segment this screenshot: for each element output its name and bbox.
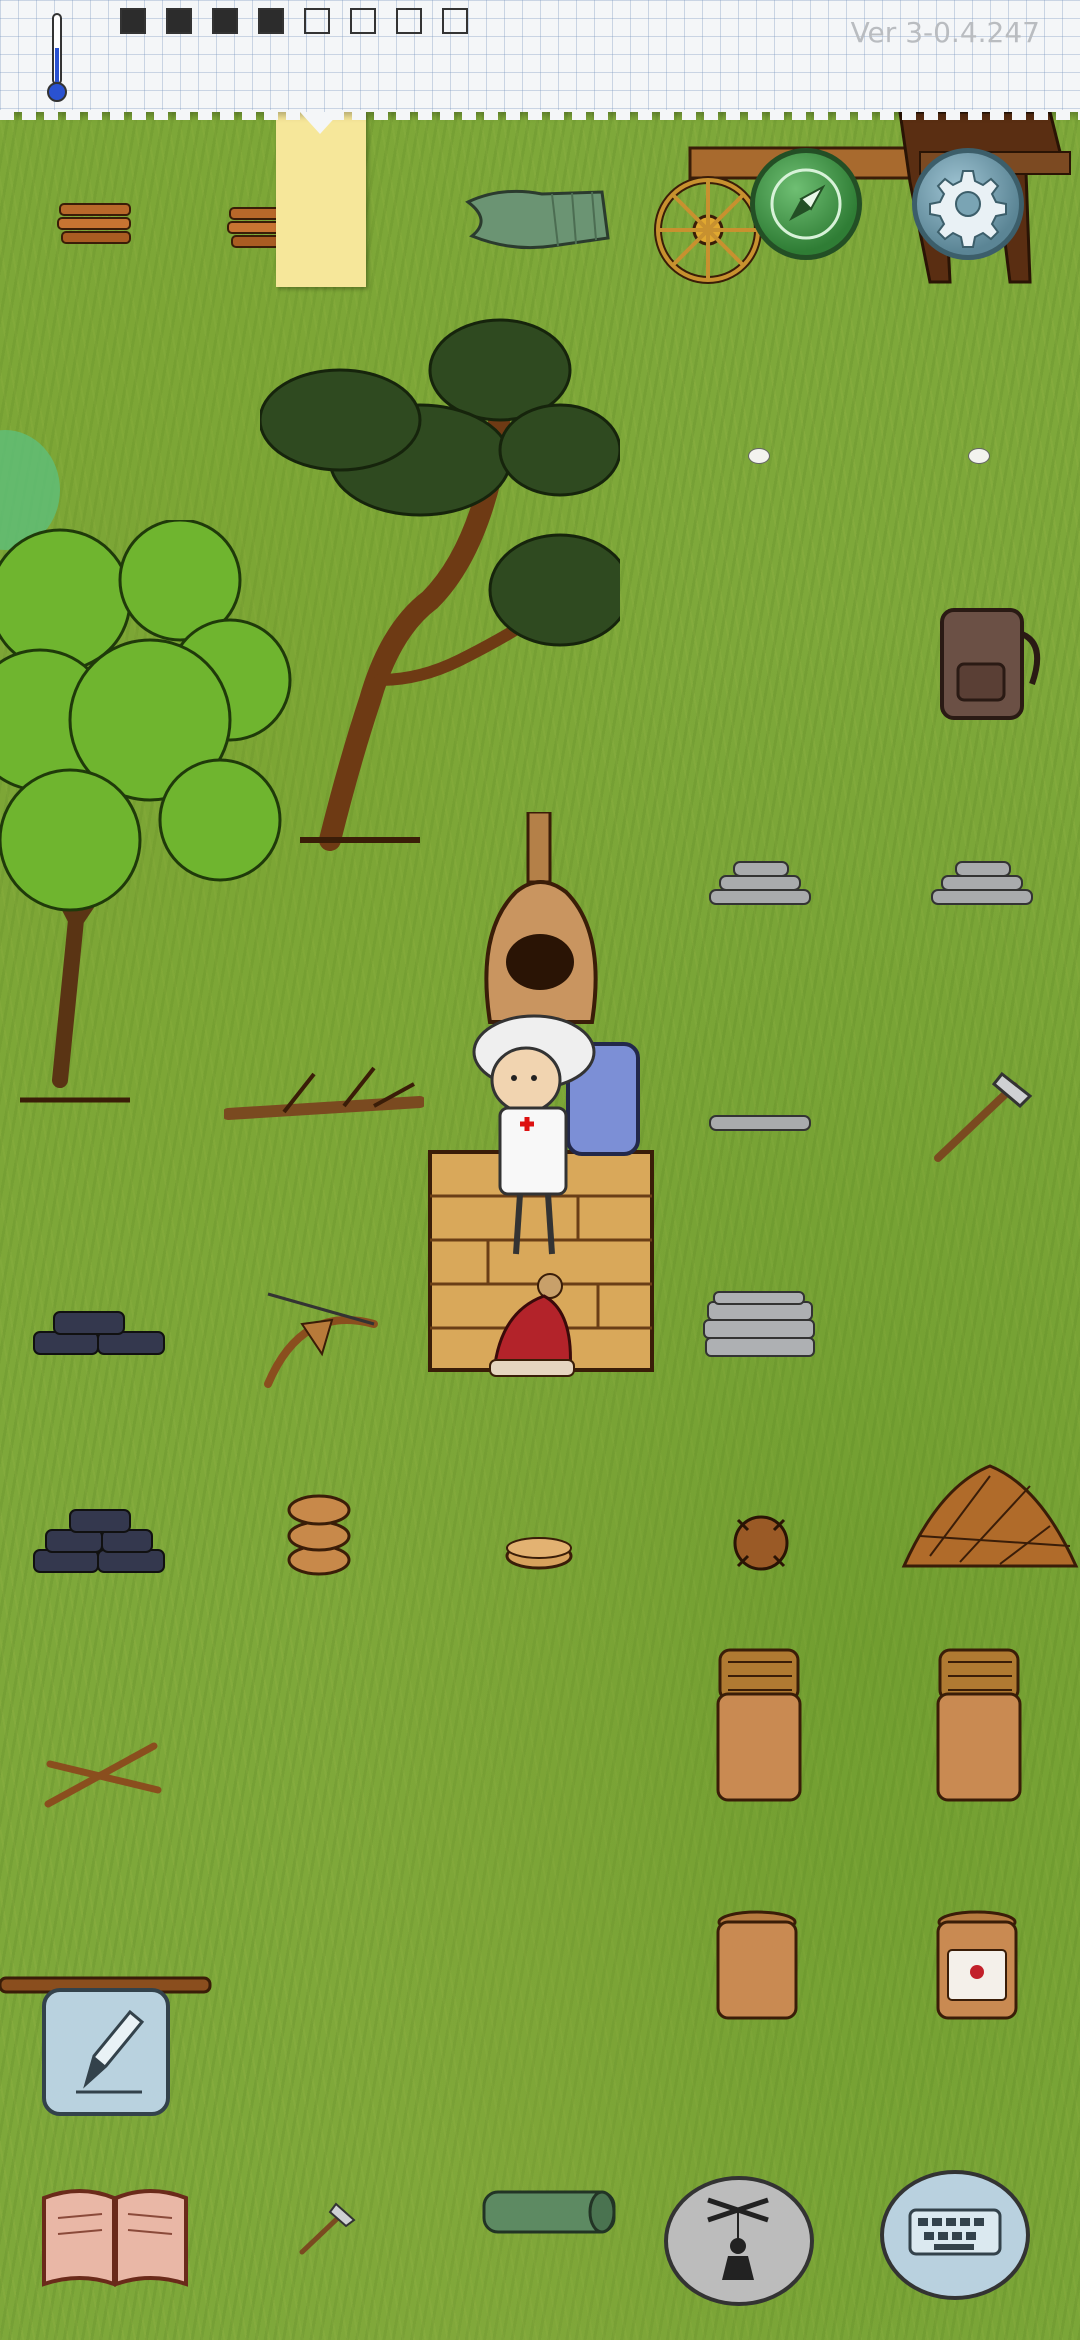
charcoal-pile[interactable] [32,1308,168,1358]
food-box [442,8,468,34]
compass-button[interactable] [750,148,862,260]
basket-crock[interactable] [934,1648,1024,1804]
food-box [166,8,192,34]
puppet-button[interactable] [664,2176,814,2306]
puppet-icon [707,2197,769,2280]
food-box [396,8,422,34]
book-button[interactable] [40,2184,190,2290]
small-pebble[interactable] [968,448,990,464]
clay-crock-labeled[interactable] [934,1910,1020,2022]
food-box [258,8,284,34]
status-bar: Ver 3-0.4.247 [0,0,1080,120]
pencil-button[interactable] [42,1988,170,2116]
charcoal-pile[interactable] [32,1508,168,1576]
burr-knot[interactable] [726,1508,796,1578]
slate-stack[interactable] [700,1290,820,1362]
fallen-branch[interactable] [224,1054,424,1134]
stone-axe[interactable] [930,1066,1040,1166]
clay-bowls[interactable] [284,1486,354,1576]
crossed-sticks[interactable] [44,1740,164,1810]
red-hat[interactable] [484,1272,584,1382]
clay-plate[interactable] [504,1532,574,1572]
compass-icon [770,168,842,240]
backpack[interactable] [928,604,1048,724]
flat-stones[interactable] [706,860,816,910]
flat-stones[interactable] [928,860,1038,910]
kindling-pile[interactable] [56,196,136,260]
small-pebble[interactable] [748,448,770,464]
pencil-icon [76,2009,145,2094]
version-label: Ver 3-0.4.247 [850,16,1040,49]
food-box [120,8,146,34]
flat-stone[interactable] [706,1112,816,1136]
keyboard-button[interactable] [880,2170,1030,2300]
keyboard-icon [908,2208,1002,2256]
food-box [212,8,238,34]
book-icon [42,2189,188,2287]
clay-crock[interactable] [714,1910,800,2022]
stone-hoe-blade[interactable] [462,180,612,260]
game-world[interactable] [0,0,1080,2340]
small-hatchet[interactable] [296,2200,360,2256]
gear-icon [929,170,1007,248]
straw-pile[interactable] [900,1446,1080,1576]
fire-bow[interactable] [262,1284,382,1390]
maple-tree[interactable] [0,520,320,1110]
player-character[interactable] [464,1004,654,1264]
sticky-note[interactable] [276,112,366,287]
food-box [304,8,330,34]
thermometer-icon [47,13,67,102]
rolled-mat[interactable] [480,2186,620,2238]
settings-button[interactable] [912,148,1024,260]
food-box [350,8,376,34]
clay-kiln[interactable] [476,812,606,1032]
basket-crock[interactable] [714,1648,804,1804]
